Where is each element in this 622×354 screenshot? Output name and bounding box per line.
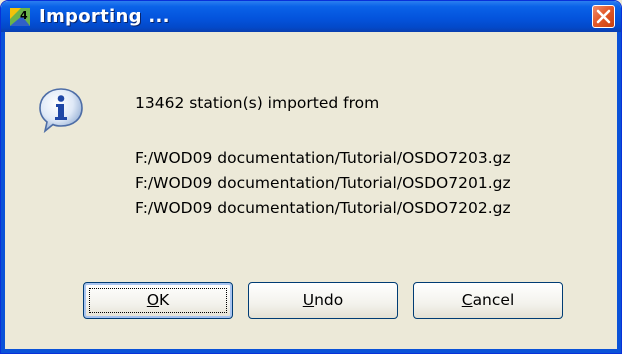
cancel-button[interactable]: Cancel	[413, 282, 563, 319]
cancel-button-label: Cancel	[461, 291, 515, 309]
window-frame-bottom	[1, 349, 621, 353]
window-frame-right	[617, 32, 621, 353]
close-button[interactable]	[592, 5, 615, 28]
info-icon	[39, 88, 83, 134]
ok-button[interactable]: OK	[83, 282, 233, 319]
ocean-data-view-icon: 4	[10, 8, 30, 26]
imported-file-path: F:/WOD09 documentation/Tutorial/OSDO7202…	[135, 199, 511, 217]
window-frame-left	[1, 32, 5, 353]
svg-text:4: 4	[20, 9, 28, 22]
title-bar[interactable]: 4 Importing ...	[1, 1, 621, 32]
import-summary-text: 13462 station(s) imported from	[135, 94, 380, 112]
close-icon	[596, 9, 611, 24]
imported-file-path: F:/WOD09 documentation/Tutorial/OSDO7201…	[135, 174, 511, 192]
undo-button-label: Undo	[302, 291, 344, 309]
ok-button-label: OK	[146, 291, 170, 309]
import-dialog: 4 Importing ... 13462 station(s) importe…	[0, 0, 622, 354]
dialog-title: Importing ...	[39, 6, 170, 27]
undo-button[interactable]: Undo	[248, 282, 398, 319]
imported-file-path: F:/WOD09 documentation/Tutorial/OSDO7203…	[135, 149, 511, 167]
